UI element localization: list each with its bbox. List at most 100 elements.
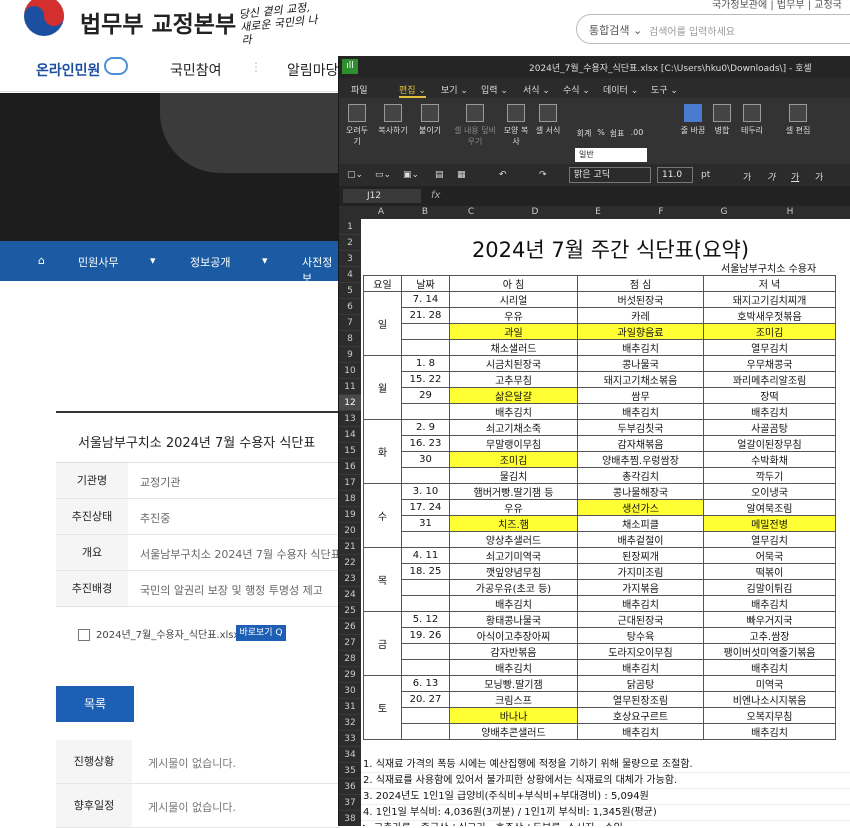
breakfast-cell[interactable]: 쇠고기미역국: [449, 547, 578, 564]
border-button[interactable]: 테두리: [737, 104, 767, 136]
breakfast-cell[interactable]: 배추김치: [449, 595, 578, 612]
dinner-cell[interactable]: 배추김치: [703, 723, 836, 740]
note-line[interactable]: 1. 식재료 가격의 폭등 시에는 예산집행에 적정을 기하기 위해 물량으로 …: [361, 757, 850, 773]
breakfast-cell[interactable]: 쇠고기채소죽: [449, 419, 578, 436]
row-header[interactable]: 21: [339, 539, 361, 555]
number-format-select[interactable]: 일반: [575, 148, 647, 162]
date-cell[interactable]: 21. 28: [401, 307, 450, 324]
col-header-g[interactable]: G: [703, 207, 745, 217]
lunch-cell[interactable]: 카레: [577, 307, 704, 324]
lunch-cell[interactable]: 가지볶음: [577, 579, 704, 596]
open-icon[interactable]: ▭⌄: [375, 170, 391, 180]
site-logo-text[interactable]: 법무부 교정본부: [80, 5, 236, 39]
nav-online-petition[interactable]: 온라인민원: [36, 60, 100, 80]
row-header[interactable]: 17: [339, 475, 361, 491]
row-header[interactable]: 28: [339, 651, 361, 667]
date-cell[interactable]: [401, 467, 450, 484]
date-cell[interactable]: 19. 26: [401, 627, 450, 644]
chevron-down-icon[interactable]: ▾: [262, 254, 268, 267]
search-input[interactable]: 검색어를 입력하세요: [649, 23, 735, 38]
row-header[interactable]: 23: [339, 571, 361, 587]
breakfast-cell[interactable]: 황태콩나물국: [449, 611, 578, 628]
dinner-cell[interactable]: 오복지무침: [703, 707, 836, 724]
header-cell[interactable]: 아 침: [449, 275, 578, 292]
lunch-cell[interactable]: 배추김치: [577, 339, 704, 356]
dinner-cell[interactable]: 어묵국: [703, 547, 836, 564]
copy-button[interactable]: 복사하기: [373, 104, 413, 136]
date-cell[interactable]: 15. 22: [401, 371, 450, 388]
lunch-cell[interactable]: 호상요구르트: [577, 707, 704, 724]
font-unit[interactable]: pt: [701, 170, 710, 180]
dinner-cell[interactable]: 메밀전병: [703, 515, 836, 532]
col-header-e[interactable]: E: [577, 207, 619, 217]
date-cell[interactable]: 3. 10: [401, 483, 450, 500]
paste-button[interactable]: 붙이기: [415, 104, 445, 136]
date-cell[interactable]: [401, 659, 450, 676]
comma-button[interactable]: 쉼표: [609, 128, 625, 139]
dinner-cell[interactable]: 장떡: [703, 387, 836, 404]
row-header[interactable]: 14: [339, 427, 361, 443]
dinner-cell[interactable]: 깍두기: [703, 467, 836, 484]
lunch-cell[interactable]: 배추겉절이: [577, 531, 704, 548]
save-icon[interactable]: ▣⌄: [403, 170, 419, 180]
header-cell[interactable]: 날짜: [401, 275, 450, 292]
breakfast-cell[interactable]: 조미김: [449, 451, 578, 468]
row-header[interactable]: 5: [339, 283, 361, 299]
weekday-cell[interactable]: 금: [363, 611, 402, 676]
note-line[interactable]: 3. 2024년도 1인1일 급양비(주식비+부식비+부대경비) : 5,094…: [361, 789, 850, 805]
dinner-cell[interactable]: 조미김: [703, 323, 836, 340]
cell-edit-button[interactable]: 셀 편집: [783, 104, 813, 136]
search-scope-select[interactable]: 통합검색 ⌄: [589, 22, 642, 38]
attachment-filename[interactable]: 2024년_7월_수용자_식단표.xlsx: [96, 630, 239, 641]
breakfast-cell[interactable]: 양배추콘샐러드: [449, 723, 578, 740]
underline-icon[interactable]: 가: [791, 170, 799, 183]
row-header[interactable]: 10: [339, 363, 361, 379]
sheet-area[interactable]: 2024년 7월 주간 식단표(요약) 서울남부구치소 수용자 요일 날짜 아 …: [361, 219, 850, 826]
date-cell[interactable]: 6. 13: [401, 675, 450, 692]
row-header[interactable]: 37: [339, 795, 361, 811]
dinner-cell[interactable]: 수박화채: [703, 451, 836, 468]
lunch-cell[interactable]: 도라지오이무침: [577, 643, 704, 660]
breakfast-cell[interactable]: 아식이고추장아찌: [449, 627, 578, 644]
row-header[interactable]: 33: [339, 731, 361, 747]
row-header[interactable]: 29: [339, 667, 361, 683]
row-header[interactable]: 25: [339, 603, 361, 619]
weekday-cell[interactable]: 목: [363, 547, 402, 612]
breakfast-cell[interactable]: 배추김치: [449, 403, 578, 420]
row-header[interactable]: 3: [339, 251, 361, 267]
note-line[interactable]: 4. 1인1일 부식비: 4,036원(3끼분) / 1인1끼 부식비: 1,3…: [361, 805, 850, 821]
breakfast-cell[interactable]: 가공우유(초코 등): [449, 579, 578, 596]
row-header[interactable]: 26: [339, 619, 361, 635]
undo-icon[interactable]: ↶: [499, 170, 507, 180]
attachment-link[interactable]: 2024년_7월_수용자_식단표.xlsx: [78, 626, 239, 641]
cut-button[interactable]: 오려두기: [343, 104, 371, 147]
note-line[interactable]: ▶ 고춧가루 - 중국산 / 쇠고기 - 호주산 / 두부류, 소시지 - 수입: [361, 821, 850, 826]
breakfast-cell[interactable]: 바나나: [449, 707, 578, 724]
wrap-text-button[interactable]: 줄 바꿈: [679, 104, 707, 136]
menu-file[interactable]: 파일: [351, 83, 368, 96]
lunch-cell[interactable]: 닭곰탕: [577, 675, 704, 692]
weekday-cell[interactable]: 토: [363, 675, 402, 740]
weekday-cell[interactable]: 수: [363, 483, 402, 548]
search-box[interactable]: 통합검색 ⌄ 검색어를 입력하세요: [576, 14, 850, 44]
menu-tools[interactable]: 도구 ⌄: [651, 83, 678, 96]
dinner-cell[interactable]: 배추김치: [703, 595, 836, 612]
breakfast-cell[interactable]: 물김치: [449, 467, 578, 484]
date-cell[interactable]: 1. 8: [401, 355, 450, 372]
dinner-cell[interactable]: 고추.쌈장: [703, 627, 836, 644]
fx-icon[interactable]: fx: [431, 190, 440, 201]
date-cell[interactable]: 16. 23: [401, 435, 450, 452]
lunch-cell[interactable]: 채소피클: [577, 515, 704, 532]
dinner-cell[interactable]: 배추김치: [703, 659, 836, 676]
menu-insert[interactable]: 입력 ⌄: [481, 83, 508, 96]
lunch-cell[interactable]: 배추김치: [577, 659, 704, 676]
header-cell[interactable]: 저 녁: [703, 275, 836, 292]
row-header[interactable]: 11: [339, 379, 361, 395]
col-header-d[interactable]: D: [493, 207, 577, 217]
dinner-cell[interactable]: 호박새우젓볶음: [703, 307, 836, 324]
row-header[interactable]: 35: [339, 763, 361, 779]
chevron-down-icon[interactable]: ▾: [150, 254, 156, 267]
nav-notice[interactable]: 알림마당: [287, 60, 339, 80]
lunch-cell[interactable]: 배추김치: [577, 403, 704, 420]
date-cell[interactable]: 30: [401, 451, 450, 468]
